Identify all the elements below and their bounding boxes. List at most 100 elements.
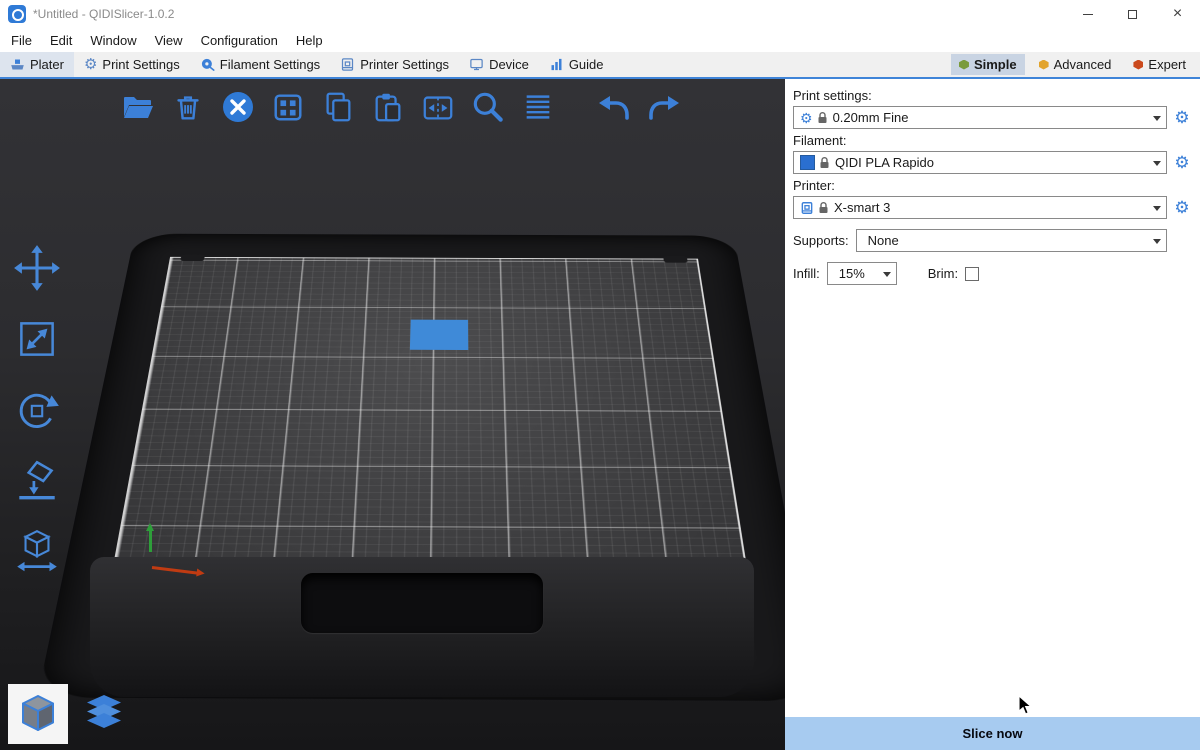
measure-button[interactable] (8, 523, 66, 581)
split-button[interactable] (418, 87, 458, 127)
infill-combo[interactable]: 15% (827, 262, 897, 285)
model-cube-top-face[interactable] (410, 320, 469, 350)
close-button[interactable]: × (1155, 0, 1200, 28)
mouse-cursor (1018, 695, 1034, 717)
menubar: File Edit Window View Configuration Help (0, 28, 1200, 52)
printer-handle (301, 573, 543, 633)
redo-button[interactable] (644, 87, 684, 127)
menu-edit[interactable]: Edit (41, 33, 81, 48)
filament-value: QIDI PLA Rapido (835, 155, 934, 170)
filament-label: Filament: (793, 133, 1192, 148)
printer-combo[interactable]: X-smart 3 (793, 196, 1167, 219)
printer-icon (800, 201, 814, 215)
y-axis-indicator (149, 526, 152, 552)
supports-label: Supports: (793, 233, 849, 248)
bed-grid-plate (108, 257, 751, 595)
delete-all-button[interactable] (218, 87, 258, 127)
rotate-button[interactable] (8, 381, 66, 439)
viewport-3d[interactable] (0, 79, 785, 750)
redo-icon (646, 89, 682, 125)
chevron-down-icon (1148, 197, 1166, 218)
menu-configuration[interactable]: Configuration (192, 33, 287, 48)
layer-height-button[interactable] (518, 87, 558, 127)
scene (0, 79, 785, 750)
place-on-face-button[interactable] (8, 452, 66, 510)
print-settings-combo[interactable]: ⚙ 0.20mm Fine (793, 106, 1167, 129)
close-icon: × (1173, 6, 1182, 22)
infill-value: 15% (839, 266, 865, 281)
printer-gear-button[interactable]: ⚙ (1172, 199, 1192, 216)
mode-advanced[interactable]: Advanced (1031, 54, 1120, 75)
chevron-down-icon (1148, 230, 1166, 251)
undo-icon (596, 89, 632, 125)
slice-now-button[interactable]: Slice now (785, 717, 1200, 750)
printer-label: Printer: (793, 178, 1192, 193)
transform-toolbar (8, 239, 66, 581)
scale-icon (12, 314, 62, 364)
move-button[interactable] (8, 239, 66, 297)
search-button[interactable] (468, 87, 508, 127)
paste-icon (371, 90, 405, 124)
view-3d-button[interactable] (8, 684, 68, 744)
lock-icon (818, 201, 829, 214)
arrange-button[interactable] (268, 87, 308, 127)
tab-plater[interactable]: Plater (0, 52, 74, 77)
menu-file[interactable]: File (2, 33, 41, 48)
filament-gear-button[interactable]: ⚙ (1172, 154, 1192, 171)
filament-color-swatch (800, 155, 815, 170)
copy-button[interactable] (318, 87, 358, 127)
tab-device[interactable]: Device (459, 52, 539, 77)
move-icon (12, 243, 62, 293)
paste-button[interactable] (368, 87, 408, 127)
expert-mode-dot-icon (1133, 60, 1143, 70)
printer-value: X-smart 3 (834, 200, 890, 215)
printer-icon (340, 57, 355, 72)
menu-help[interactable]: Help (287, 33, 332, 48)
trash-icon (171, 90, 205, 124)
supports-value: None (868, 233, 899, 248)
tab-filament-settings[interactable]: Filament Settings (190, 52, 330, 77)
brim-label: Brim: (928, 266, 958, 281)
supports-combo[interactable]: None (856, 229, 1167, 252)
layer-height-icon (521, 90, 555, 124)
tab-print-settings[interactable]: ⚙ Print Settings (74, 52, 190, 77)
chevron-down-icon (878, 263, 896, 284)
tab-guide[interactable]: Guide (539, 52, 614, 77)
filament-icon (200, 57, 215, 72)
layers-preview-button[interactable] (74, 684, 134, 744)
lock-icon (819, 156, 830, 169)
3d-view-icon (14, 690, 62, 738)
search-icon (469, 88, 507, 126)
delete-button[interactable] (168, 87, 208, 127)
maximize-button[interactable] (1110, 0, 1155, 28)
lock-icon (817, 111, 828, 124)
bed-clip (663, 256, 688, 262)
mode-expert[interactable]: Expert (1125, 54, 1194, 75)
minimize-button[interactable] (1065, 0, 1110, 28)
tabbar: Plater ⚙ Print Settings Filament Setting… (0, 52, 1200, 79)
guide-icon (549, 57, 564, 72)
printer-base (90, 557, 754, 697)
print-bed (108, 257, 751, 595)
menu-window[interactable]: Window (81, 33, 145, 48)
menu-view[interactable]: View (146, 33, 192, 48)
chevron-down-icon (1148, 152, 1166, 173)
bed-clip (180, 255, 205, 261)
print-settings-value: 0.20mm Fine (833, 110, 909, 125)
filament-combo[interactable]: QIDI PLA Rapido (793, 151, 1167, 174)
advanced-mode-dot-icon (1039, 60, 1049, 70)
tab-printer-settings[interactable]: Printer Settings (330, 52, 459, 77)
infill-label: Infill: (793, 266, 820, 281)
layers-preview-icon (80, 690, 128, 738)
app-logo-icon (8, 5, 26, 23)
place-on-face-icon (12, 456, 62, 506)
chevron-down-icon (1148, 107, 1166, 128)
scale-button[interactable] (8, 310, 66, 368)
open-button[interactable] (118, 87, 158, 127)
rotate-icon (12, 385, 62, 435)
brim-checkbox[interactable] (965, 267, 979, 281)
print-settings-gear-button[interactable]: ⚙ (1172, 109, 1192, 126)
gear-icon: ⚙ (84, 57, 97, 72)
mode-simple[interactable]: Simple (951, 54, 1025, 75)
undo-button[interactable] (594, 87, 634, 127)
